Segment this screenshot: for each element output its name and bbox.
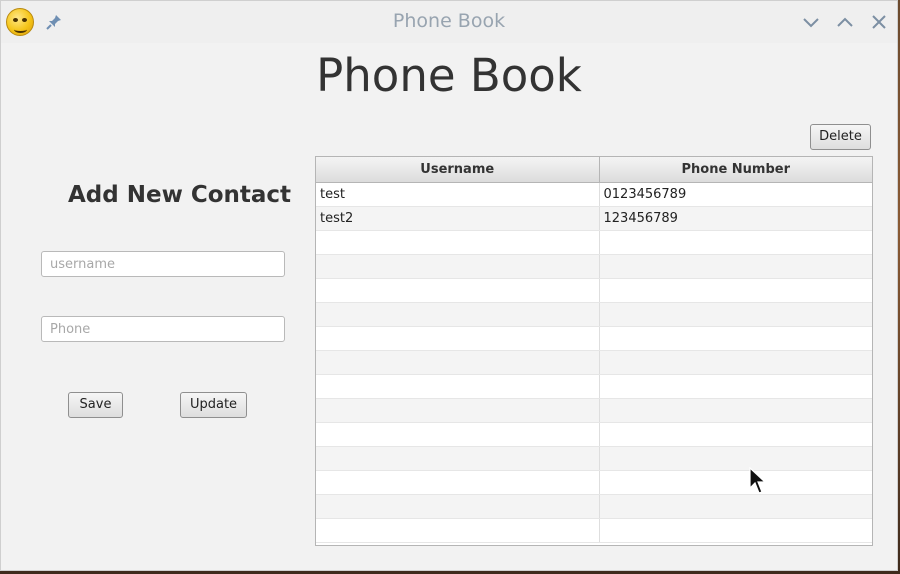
cell-phone-number[interactable] [599,350,872,375]
table-row[interactable] [316,326,872,351]
table-body: test 0123456789 test2 123456789 [316,182,872,543]
cell-username[interactable] [316,350,600,375]
table-row[interactable] [316,302,872,327]
delete-button[interactable]: Delete [810,124,871,150]
cell-username[interactable] [316,374,600,399]
table-row[interactable]: test2 123456789 [316,206,872,231]
cell-username[interactable] [316,230,600,255]
cell-phone-number[interactable] [599,326,872,351]
cell-phone-number[interactable] [599,230,872,255]
cell-phone-number[interactable] [599,374,872,399]
table-row[interactable] [316,518,872,543]
column-header-username[interactable]: Username [316,157,600,183]
cell-username[interactable] [316,518,600,543]
username-input[interactable] [41,251,285,277]
cell-username[interactable] [316,470,600,495]
table-row[interactable] [316,398,872,423]
cell-phone-number[interactable] [599,254,872,279]
column-header-phone-number[interactable]: Phone Number [599,157,872,183]
table-row[interactable] [316,350,872,375]
chevron-up-icon[interactable] [834,11,856,33]
chevron-down-icon[interactable] [800,11,822,33]
table-row[interactable]: test 0123456789 [316,182,872,207]
contacts-table[interactable]: Username Phone Number test 0123456789 test… [315,156,873,546]
cell-username[interactable] [316,494,600,519]
table-row[interactable] [316,278,872,303]
update-button[interactable]: Update [180,392,247,418]
mouse-cursor-icon [749,467,767,494]
cell-username[interactable] [316,398,600,423]
page-title: Phone Book [316,49,582,102]
cell-phone-number[interactable] [599,398,872,423]
cell-username[interactable] [316,254,600,279]
table-row[interactable] [316,446,872,471]
table-row[interactable] [316,494,872,519]
cell-username[interactable] [316,422,600,447]
table-row[interactable] [316,254,872,279]
table-row[interactable] [316,422,872,447]
table-header-row: Username Phone Number [316,157,872,183]
cell-phone-number[interactable] [599,494,872,519]
cell-username[interactable]: test [316,182,600,207]
cell-username[interactable] [316,446,600,471]
cell-username[interactable]: test2 [316,206,600,231]
cell-phone-number[interactable] [599,470,872,495]
app-window: Phone Book Phone Book Add New Contact Sa… [0,0,898,571]
cell-phone-number[interactable] [599,446,872,471]
window-title: Phone Book [392,10,506,32]
table-row[interactable] [316,374,872,399]
cell-username[interactable] [316,302,600,327]
cell-phone-number[interactable]: 123456789 [599,206,872,231]
form-title: Add New Contact [68,182,292,208]
table-row[interactable] [316,230,872,255]
cell-username[interactable] [316,326,600,351]
phone-input[interactable] [41,316,285,342]
save-button[interactable]: Save [68,392,123,418]
cell-phone-number[interactable] [599,278,872,303]
cell-phone-number[interactable] [599,518,872,543]
close-icon[interactable] [868,11,890,33]
title-bar[interactable]: Phone Book [1,1,897,43]
cell-phone-number[interactable]: 0123456789 [599,182,872,207]
table-row[interactable] [316,470,872,495]
cell-phone-number[interactable] [599,422,872,447]
cell-phone-number[interactable] [599,302,872,327]
cell-username[interactable] [316,278,600,303]
